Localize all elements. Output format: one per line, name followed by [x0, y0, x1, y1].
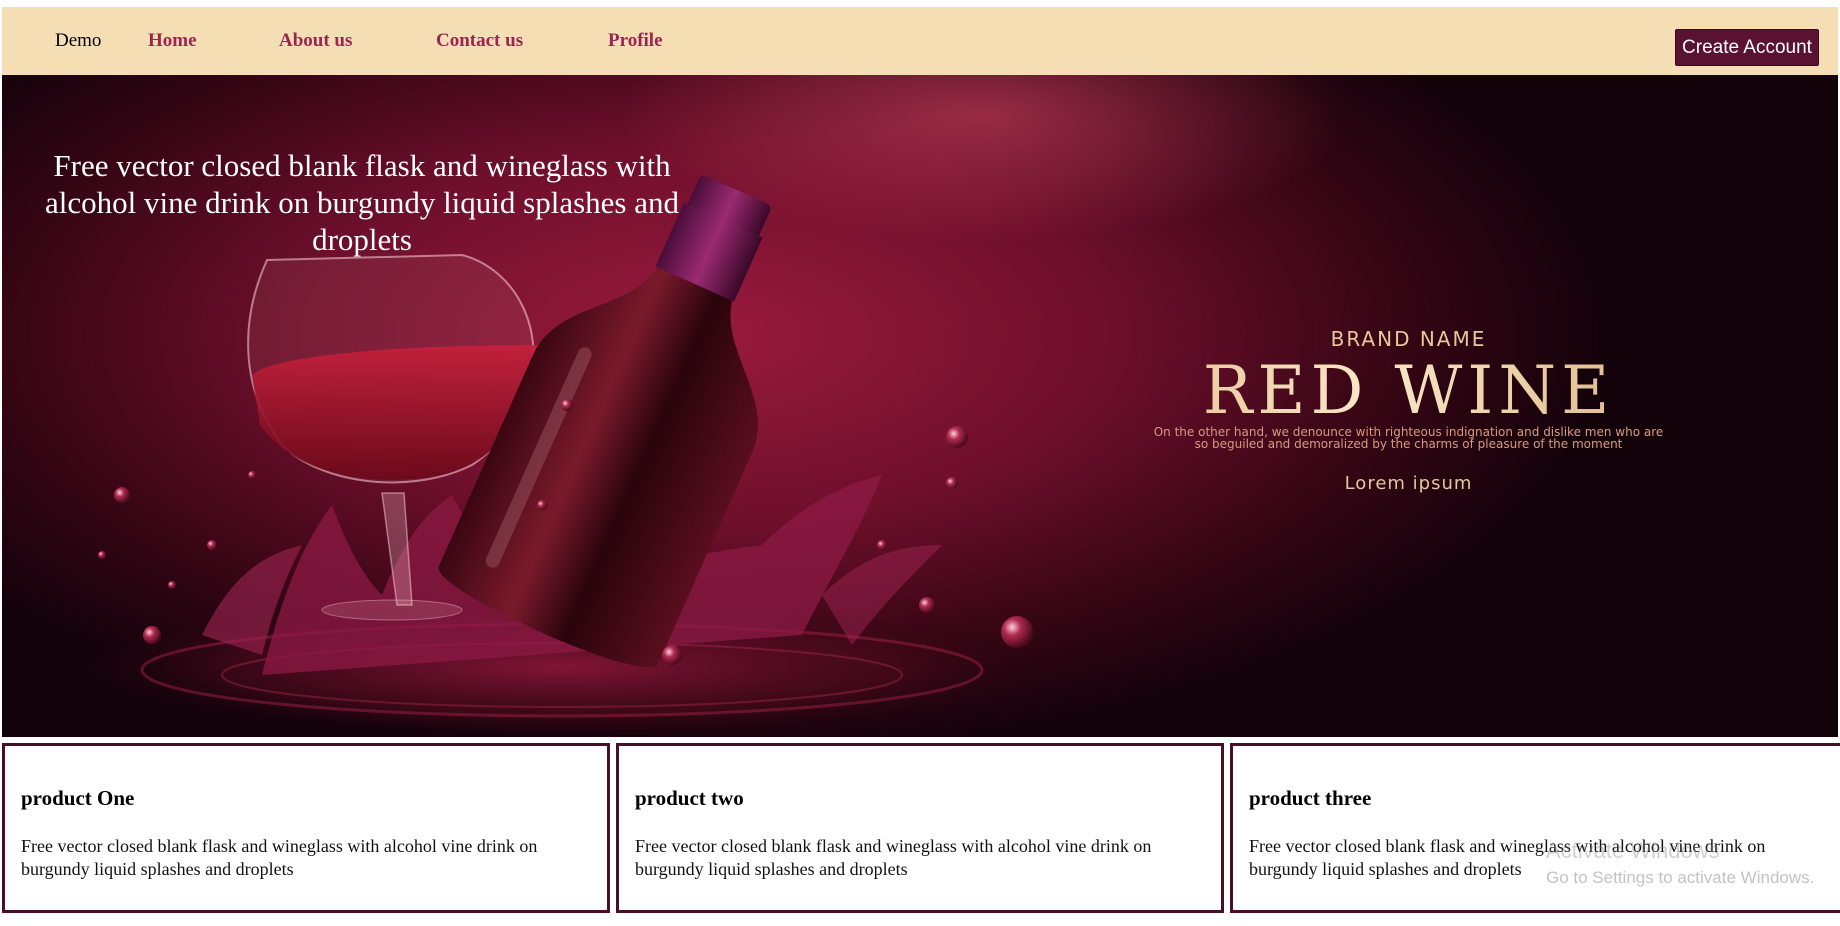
product-title: product One	[21, 786, 135, 810]
droplet	[207, 540, 217, 550]
windows-activation-title: Activate Windows	[1546, 838, 1720, 863]
droplet	[168, 581, 176, 589]
product-headline: RED WINE	[1032, 351, 1785, 431]
droplet	[98, 551, 106, 559]
product-card[interactable]: product two Free vector closed blank fla…	[616, 743, 1224, 913]
nav-link-about-us[interactable]: About us	[279, 7, 352, 75]
droplet	[662, 645, 682, 665]
droplet	[561, 399, 573, 411]
product-title: product two	[635, 786, 744, 810]
droplet	[248, 471, 256, 479]
droplet	[114, 487, 130, 503]
page: Demo Home About us Contact us Profile Cr…	[0, 0, 1840, 926]
droplet	[877, 540, 887, 550]
droplet	[919, 597, 935, 613]
hero-heading: Free vector closed blank flask and wineg…	[45, 148, 679, 257]
create-account-button[interactable]: Create Account	[1675, 29, 1819, 66]
top-navbar: Demo Home About us Contact us Profile Cr…	[2, 7, 1838, 75]
droplet	[143, 626, 161, 644]
brand-logo[interactable]: Demo	[55, 7, 101, 75]
droplet	[1001, 616, 1033, 648]
droplet	[946, 426, 968, 448]
nav-link-contact-us[interactable]: Contact us	[436, 7, 523, 75]
droplet	[537, 500, 547, 510]
nav-link-home[interactable]: Home	[148, 7, 197, 75]
windows-activation-subtitle: Go to Settings to activate Windows.	[1546, 868, 1815, 887]
hero-banner: Free vector closed blank flask and wineg…	[2, 75, 1838, 737]
product-title: product three	[1249, 786, 1372, 810]
droplet	[946, 477, 958, 489]
product-description: Free vector closed blank flask and wineg…	[21, 836, 538, 879]
brand-name-label: BRAND NAME	[1330, 327, 1487, 351]
product-card[interactable]: product One Free vector closed blank fla…	[2, 743, 610, 913]
hero-tagline: On the other hand, we denounce with righ…	[1153, 425, 1664, 451]
hero-lorem-label: Lorem ipsum	[1344, 473, 1473, 494]
nav-link-profile[interactable]: Profile	[608, 7, 663, 75]
product-description: Free vector closed blank flask and wineg…	[635, 836, 1152, 879]
